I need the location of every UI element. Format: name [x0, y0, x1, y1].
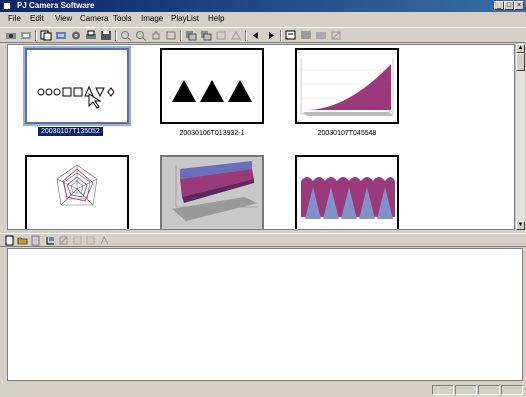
toolbar-separator: [35, 30, 37, 41]
thumbnail-shapes[interactable]: [25, 48, 129, 124]
next-icon[interactable]: [265, 30, 277, 41]
save-icon[interactable]: [100, 30, 112, 41]
thumbnail-pane: 20030107T135052 20030106T013932-1 200301…: [7, 44, 515, 230]
toolbar-separator: [245, 30, 247, 41]
fit-icon[interactable]: [165, 30, 177, 41]
thumbnail-3d-bar-chart[interactable]: [160, 155, 264, 229]
zoom-in-icon[interactable]: [120, 30, 132, 41]
move-down-icon[interactable]: [85, 235, 96, 246]
adjust-icon[interactable]: [230, 30, 242, 41]
menu-edit[interactable]: Edit: [30, 14, 44, 24]
vertical-scrollbar[interactable]: ▲ ▼: [515, 44, 525, 230]
scroll-down-button[interactable]: ▼: [516, 221, 525, 230]
menu-image[interactable]: Image: [141, 14, 163, 24]
menu-view[interactable]: View: [55, 14, 72, 24]
prev-icon[interactable]: [250, 30, 262, 41]
toolbar-separator: [280, 30, 282, 41]
camera-icon[interactable]: [5, 30, 17, 41]
thumbnail-cone-chart[interactable]: [295, 155, 399, 229]
area-chart-image: [297, 50, 397, 122]
crop-icon[interactable]: [215, 30, 227, 41]
close-button[interactable]: ×: [514, 1, 524, 10]
thumbnail-triangles[interactable]: [160, 48, 264, 124]
menu-playlist[interactable]: PlayList: [171, 14, 199, 24]
thumbnail-area-chart[interactable]: [295, 48, 399, 124]
zoom-out-icon[interactable]: [135, 30, 147, 41]
status-cell: [432, 385, 454, 395]
menu-help[interactable]: Help: [208, 14, 224, 24]
playlist-toolbar: [0, 233, 526, 247]
thumbnail-caption[interactable]: 20030107T045548: [287, 129, 407, 138]
status-cell: [455, 385, 477, 395]
status-bar: [0, 383, 526, 397]
toolbar-separator: [115, 30, 117, 41]
thumbnail-radar-chart[interactable]: [25, 155, 129, 229]
rotate-right-icon[interactable]: [200, 30, 212, 41]
film-icon[interactable]: [20, 30, 32, 41]
slideshow-icon[interactable]: [300, 30, 312, 41]
remove-icon[interactable]: [58, 235, 69, 246]
open-icon[interactable]: [17, 235, 28, 246]
bar-chart-image: [162, 157, 262, 229]
status-cell: [478, 385, 500, 395]
save-icon[interactable]: [30, 235, 41, 246]
image-info-icon[interactable]: [315, 30, 327, 41]
rotate-left-icon[interactable]: [185, 30, 197, 41]
settings2-icon[interactable]: [330, 30, 342, 41]
menu-bar: File Edit View Camera Tools Image PlayLi…: [0, 13, 526, 25]
cone-chart-image: [297, 157, 397, 229]
toolbar-separator: [180, 30, 182, 41]
maximize-button[interactable]: □: [504, 1, 514, 10]
scroll-thumb[interactable]: [516, 53, 525, 71]
menu-tools[interactable]: Tools: [113, 14, 132, 24]
status-cell: [501, 385, 523, 395]
title-bar: PJ Camera Software _ □ ×: [0, 0, 526, 12]
main-toolbar: [0, 27, 526, 43]
export-icon[interactable]: [285, 30, 297, 41]
new-icon[interactable]: [4, 235, 15, 246]
copy-icon[interactable]: [40, 30, 52, 41]
menu-file[interactable]: File: [8, 14, 21, 24]
scroll-up-button[interactable]: ▲: [516, 44, 525, 53]
menu-camera[interactable]: Camera: [80, 14, 108, 24]
app-icon: [3, 2, 11, 10]
properties-icon[interactable]: [99, 235, 110, 246]
shapes-image: [37, 85, 115, 109]
window-title: PJ Camera Software: [17, 1, 95, 10]
thumbnail-caption[interactable]: 20030107T135052: [38, 127, 103, 136]
triangles-image: [172, 80, 252, 102]
settings-icon[interactable]: [70, 30, 82, 41]
playlist-pane[interactable]: [7, 248, 523, 381]
capture-icon[interactable]: [55, 30, 67, 41]
radar-chart-image: [56, 164, 98, 206]
print-icon[interactable]: [85, 30, 97, 41]
add-icon[interactable]: [45, 235, 56, 246]
minimize-button[interactable]: _: [494, 1, 504, 10]
move-up-icon[interactable]: [72, 235, 83, 246]
hand-icon[interactable]: [150, 30, 162, 41]
thumbnail-caption[interactable]: 20030106T013932-1: [152, 129, 272, 138]
